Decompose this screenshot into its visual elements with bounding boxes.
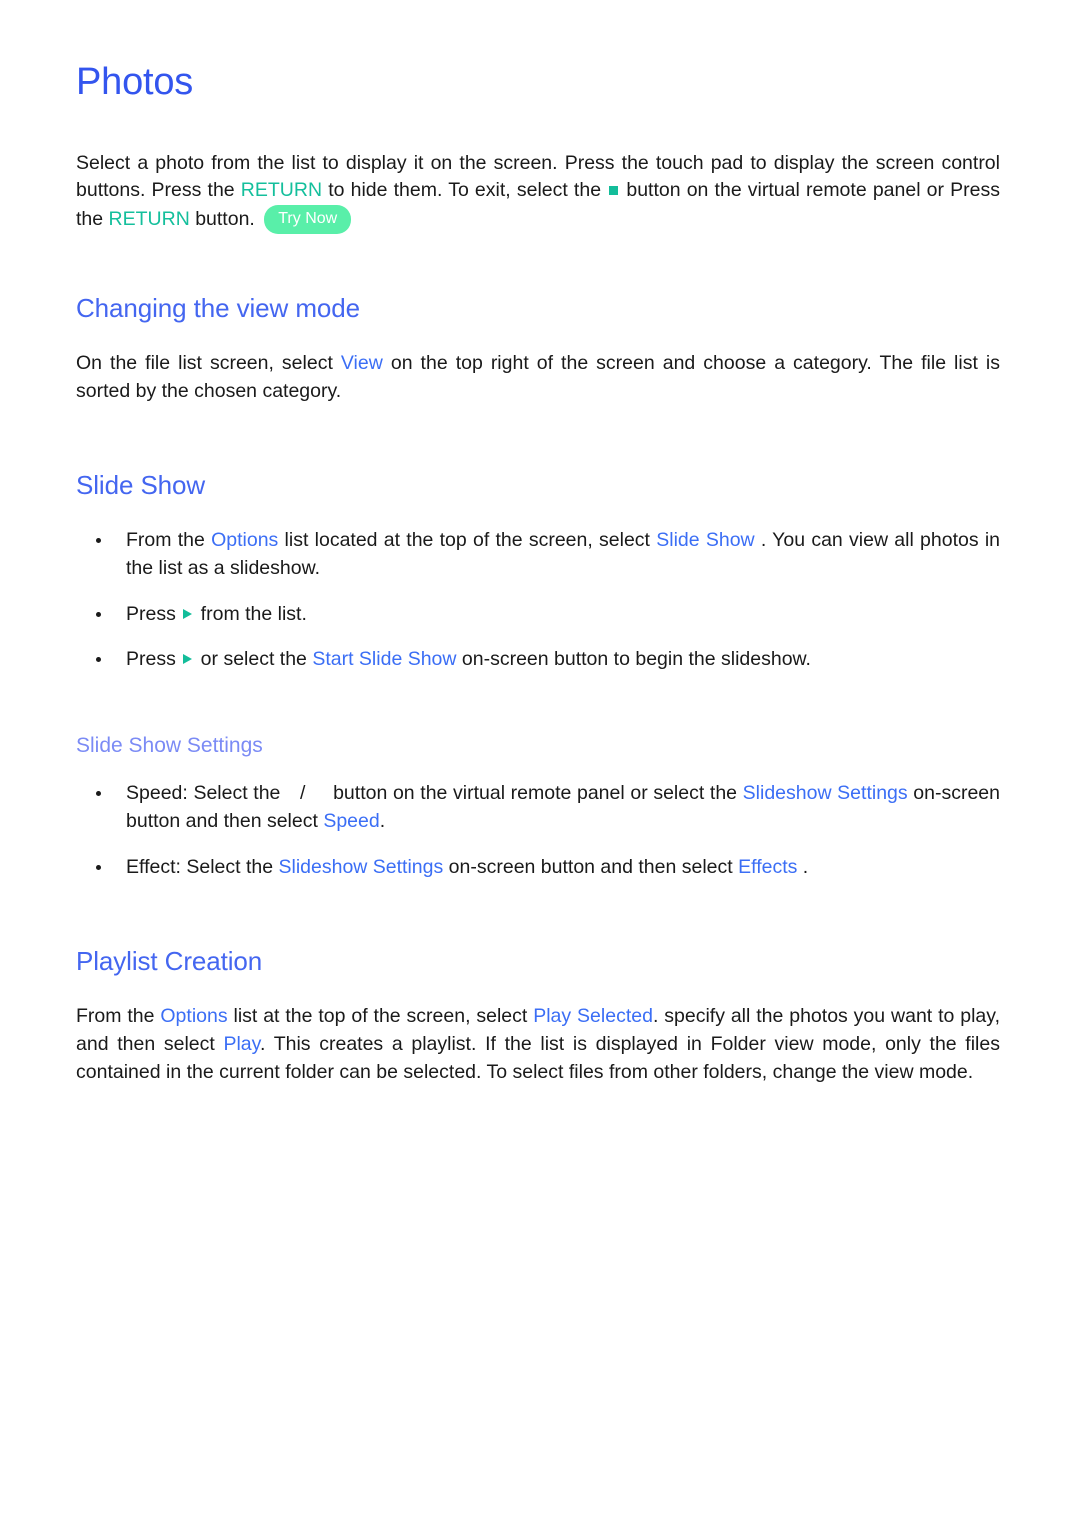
play-triangle-icon <box>183 608 193 619</box>
bullet1-seg1: From the <box>126 529 212 552</box>
intro-paragraph: Select a photo from the list to display … <box>76 150 1000 235</box>
sss-bullet2-seg3: . <box>797 855 809 878</box>
section-heading-view-mode: Changing the view mode <box>76 293 360 324</box>
sss-bullet1-seg1: Speed: Select the <box>126 782 287 805</box>
link-slideshow-settings-1[interactable]: Slideshow Settings <box>743 782 908 804</box>
playlist-seg2: list at the top of the screen, select <box>227 1005 534 1028</box>
sss-bullet1-seg4: . <box>379 809 386 832</box>
bullet3-seg3: on-screen button to begin the slideshow. <box>456 648 811 671</box>
bullet1-seg2: list located at the top of the screen, s… <box>278 529 657 552</box>
document-page: Photos Select a photo from the list to d… <box>0 0 1080 1527</box>
bullet3-seg2: or select the <box>195 648 313 671</box>
link-start-slide-show[interactable]: Start Slide Show <box>312 648 456 670</box>
sss-bullet2-seg1: Effect: Select the <box>126 855 279 878</box>
bullet2-seg2: from the list. <box>195 602 307 625</box>
stop-square-icon <box>609 186 619 196</box>
play-triangle-icon <box>183 654 193 665</box>
link-play[interactable]: Play <box>223 1033 260 1055</box>
section-heading-slide-show: Slide Show <box>76 470 206 501</box>
link-effects[interactable]: Effects <box>738 856 797 878</box>
page-title: Photos <box>76 61 194 103</box>
list-item: Speed: Select the / button on the virtua… <box>76 780 1000 835</box>
key-return-2: RETURN <box>108 208 190 231</box>
slide-show-bullet-list: From the Options list located at the top… <box>76 527 1000 674</box>
playlist-seg1: From the <box>76 1005 161 1028</box>
intro-text-seg4: button. <box>189 208 261 231</box>
link-play-selected[interactable]: Play Selected <box>533 1005 653 1027</box>
intro-text-seg2: to hide them. To exit, select the <box>322 179 608 202</box>
section-heading-playlist-creation: Playlist Creation <box>76 946 263 977</box>
list-item: Press or select the Start Slide Show on-… <box>76 646 1000 674</box>
link-view[interactable]: View <box>341 352 383 374</box>
link-options-playlist[interactable]: Options <box>160 1005 227 1027</box>
view-mode-seg1: On the file list screen, select <box>76 352 341 375</box>
sss-bullet2-seg2: on-screen button and then select <box>443 855 739 878</box>
list-item: Effect: Select the Slideshow Settings on… <box>76 854 1000 882</box>
link-slideshow-settings-2[interactable]: Slideshow Settings <box>278 856 443 878</box>
bullet2-seg1: Press <box>126 602 182 625</box>
list-item: Press from the list. <box>76 601 1000 629</box>
list-item: From the Options list located at the top… <box>76 527 1000 582</box>
sss-bullet1-separator: / <box>300 782 306 805</box>
playlist-paragraph: From the Options list at the top of the … <box>76 1003 1000 1086</box>
link-speed[interactable]: Speed <box>323 810 379 832</box>
sub-heading-slide-show-settings: Slide Show Settings <box>76 734 263 758</box>
link-options[interactable]: Options <box>211 529 278 551</box>
bullet3-seg1: Press <box>126 648 182 671</box>
sss-bullet1-seg2: button on the virtual remote panel or se… <box>327 782 743 805</box>
try-now-badge[interactable]: Try Now <box>264 205 352 235</box>
slide-show-settings-bullet-list: Speed: Select the / button on the virtua… <box>76 780 1000 881</box>
link-slide-show[interactable]: Slide Show <box>656 529 754 551</box>
view-mode-paragraph: On the file list screen, select View on … <box>76 350 1000 405</box>
key-return-1: RETURN <box>240 179 323 202</box>
